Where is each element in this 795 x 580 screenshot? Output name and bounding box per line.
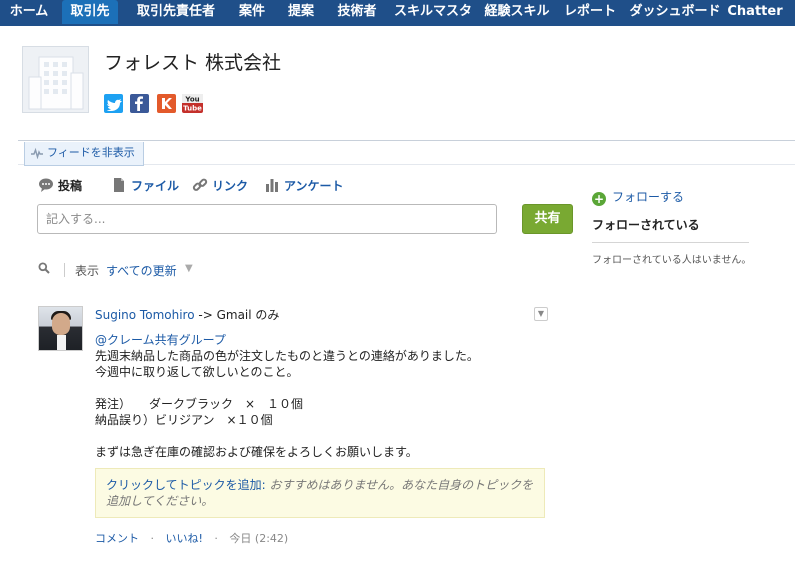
post-line: [95, 428, 550, 444]
post-mention-link[interactable]: @クレーム共有グループ: [95, 332, 550, 348]
publisher-post-tab[interactable]: 投稿: [38, 176, 82, 196]
tab-skill-master[interactable]: スキルマスタ: [392, 0, 474, 24]
twitter-icon[interactable]: [104, 94, 123, 113]
tab-home[interactable]: ホーム: [4, 0, 54, 24]
tab-accounts[interactable]: 取引先: [62, 0, 118, 24]
post-line: まずは急ぎ在庫の確認および確保をよろしくお願いします。: [95, 445, 418, 459]
publisher-link-tab[interactable]: リンク: [192, 176, 248, 196]
follow-label: フォローする: [612, 190, 685, 204]
account-logo-placeholder: [22, 46, 89, 113]
filter-dropdown[interactable]: すべての更新: [106, 262, 177, 279]
publisher-post-label: 投稿: [58, 179, 83, 193]
poll-icon: [264, 177, 280, 193]
tab-proposals[interactable]: 提案: [280, 0, 322, 24]
filter-label: 表示: [75, 264, 100, 278]
publisher-poll-tab[interactable]: アンケート: [264, 176, 344, 196]
tab-contacts[interactable]: 取引先責任者: [126, 0, 226, 24]
link-icon: [192, 177, 208, 193]
action-separator: ·: [150, 532, 155, 545]
svg-text:You: You: [184, 96, 199, 104]
followers-divider: [592, 242, 749, 243]
filter-divider: [64, 263, 65, 277]
post-timestamp[interactable]: 今日 (2:42): [229, 532, 288, 545]
facebook-icon[interactable]: [130, 94, 149, 113]
tab-opportunities[interactable]: 案件: [232, 0, 272, 24]
klout-icon[interactable]: [157, 94, 176, 113]
tab-reports[interactable]: レポート: [560, 0, 620, 24]
building-icon: [28, 56, 84, 110]
comment-link[interactable]: コメント: [95, 532, 139, 545]
followers-heading: フォローされている: [592, 218, 700, 232]
file-icon: [111, 177, 127, 193]
share-button[interactable]: 共有: [522, 204, 573, 234]
youtube-icon[interactable]: You Tube: [182, 94, 203, 113]
post-audience: -> Gmail のみ: [194, 308, 280, 322]
feed-pulse-icon: [31, 147, 43, 160]
speech-bubble-icon: [38, 177, 54, 193]
post-line: 先週末納品した商品の色が注文したものと違うとの連絡がありました。: [95, 349, 479, 363]
post-body: @クレーム共有グループ 先週末納品した商品の色が注文したものと違うとの連絡があり…: [95, 332, 550, 460]
post-line: 発注） ダークブラック × １０個: [95, 397, 304, 411]
followers-empty-text: フォローされている人はいません。: [592, 255, 752, 266]
chevron-down-icon[interactable]: ▼: [185, 263, 193, 274]
add-topic-link[interactable]: クリックしてトピックを追加:: [106, 478, 266, 492]
tab-experience-skills[interactable]: 経験スキル: [482, 0, 552, 24]
action-separator: ·: [214, 532, 218, 545]
tab-chatter[interactable]: Chatter: [726, 0, 784, 24]
publisher-file-label: ファイル: [131, 179, 180, 193]
publisher-poll-label: アンケート: [284, 179, 344, 193]
topic-suggestion-box: クリックしてトピックを追加: おすすめはありません。あなた自身のトピックを追加し…: [95, 468, 545, 518]
account-name: フォレスト 株式会社: [104, 52, 282, 74]
svg-text:Tube: Tube: [183, 105, 202, 113]
hide-feed-label: フィードを非表示: [47, 146, 135, 159]
hide-feed-button[interactable]: フィードを非表示: [24, 142, 144, 166]
feed-toolbar: フィードを非表示: [18, 140, 795, 166]
publisher-link-label: リンク: [212, 179, 249, 193]
post-compose-input[interactable]: [37, 204, 497, 234]
tab-engineers[interactable]: 技術者: [330, 0, 384, 24]
post-line: [95, 380, 550, 396]
post-header: Sugino Tomohiro -> Gmail のみ: [95, 306, 279, 323]
follow-button[interactable]: + フォローする: [592, 188, 684, 206]
post-menu-chevron-icon[interactable]: ▼: [534, 307, 548, 321]
publisher-file-tab[interactable]: ファイル: [111, 176, 179, 196]
post-line: 今週中に取り返して欲しいとのこと。: [95, 365, 299, 379]
tab-dashboards[interactable]: ダッシュボード: [628, 0, 722, 24]
post-line: 納品誤り）ビリジアン ×１０個: [95, 413, 273, 427]
post-actions: コメント · いいね! · 今日 (2:42): [95, 530, 288, 546]
post-author-link[interactable]: Sugino Tomohiro: [95, 308, 195, 322]
top-tab-bar: ホーム 取引先 取引先責任者 案件 提案 技術者 スキルマスタ 経験スキル レポ…: [0, 0, 795, 26]
like-link[interactable]: いいね!: [166, 532, 203, 545]
search-icon[interactable]: [38, 262, 50, 277]
author-avatar[interactable]: [38, 306, 83, 351]
plus-icon: +: [592, 192, 606, 206]
